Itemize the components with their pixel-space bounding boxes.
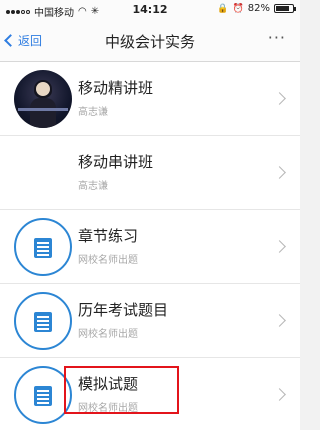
course-list: 移动精讲班 高志谦 移动串讲班 高志谦 章节练习 网校名师出题 历年考试题目 网… [0,62,300,430]
document-icon [14,218,72,276]
item-subtitle: 高志谦 [78,107,108,118]
more-button[interactable]: ··· [268,28,286,47]
chevron-right-icon [273,314,286,327]
item-title: 移动串讲班 [78,153,154,171]
chevron-right-icon [273,388,286,401]
list-item[interactable]: 章节练习 网校名师出题 [0,210,300,284]
thumbnail-face [36,82,50,96]
document-glyph [34,312,52,332]
item-subtitle: 网校名师出题 [78,255,138,266]
document-glyph [34,386,52,406]
list-item[interactable]: 模拟试题 网校名师出题 [0,358,300,430]
chevron-right-icon [273,92,286,105]
thumbnail-caption [18,108,68,111]
list-item[interactable]: 移动精讲班 高志谦 [0,62,300,136]
list-item[interactable]: 移动串讲班 高志谦 [0,136,300,210]
page-title: 中级会计实务 [104,33,195,51]
status-right: 🔒 ⏰ 82% [217,3,296,14]
battery-percent: 82% [247,3,270,14]
chevron-right-icon [273,166,286,179]
battery-icon [274,4,296,13]
item-subtitle: 网校名师出题 [78,329,138,340]
item-subtitle: 高志谦 [78,181,108,192]
item-subtitle: 网校名师出题 [78,403,138,414]
video-thumbnail [14,70,72,128]
chevron-right-icon [273,240,286,253]
item-title: 移动精讲班 [78,79,154,97]
document-icon [14,292,72,350]
item-title: 模拟试题 [78,375,139,393]
item-title: 历年考试题目 [78,301,169,319]
list-item[interactable]: 历年考试题目 网校名师出题 [0,284,300,358]
alarm-icon: ⏰ [232,3,244,14]
document-glyph [34,238,52,258]
rotation-lock-icon: 🔒 [217,3,229,14]
item-title: 章节练习 [78,227,139,245]
status-bar: 中国移动 ◠ ✳ 14:12 🔒 ⏰ 82% [0,0,300,20]
thumbnail-body [30,98,56,128]
nav-bar: 返回 中级会计实务 ··· [0,20,300,62]
battery-fill [276,6,290,11]
